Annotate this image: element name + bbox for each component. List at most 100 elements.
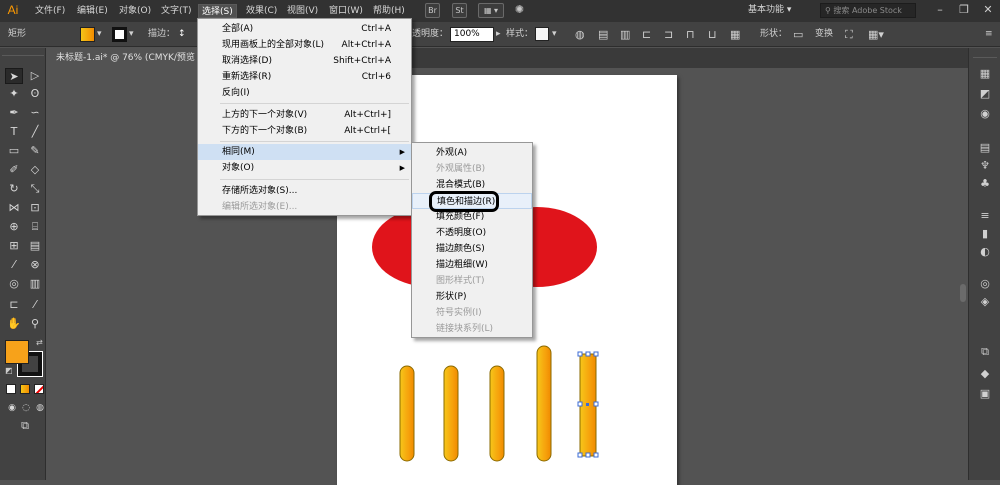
menu-window[interactable]: 窗口(W) bbox=[326, 4, 366, 18]
asset-export-icon[interactable]: ▣ bbox=[976, 386, 994, 402]
menu-type[interactable]: 文字(T) bbox=[158, 4, 195, 18]
scale-icon[interactable]: ⤡ bbox=[26, 181, 44, 197]
menu-help[interactable]: 帮助(H) bbox=[370, 4, 408, 18]
panel-grip[interactable] bbox=[2, 50, 44, 56]
swap-colors-icon[interactable]: ⇄ bbox=[36, 338, 43, 347]
swatches-icon[interactable]: ▤ bbox=[976, 140, 994, 156]
gpu-performance-icon[interactable]: ✺ bbox=[512, 3, 527, 18]
menu-item-all[interactable]: 全部(A) Ctrl+A bbox=[198, 21, 411, 37]
none-mode-icon[interactable] bbox=[34, 384, 44, 394]
menu-item-next-object-below[interactable]: 下方的下一个对象(B) Alt+Ctrl+[ bbox=[198, 123, 411, 139]
orange-bar-3[interactable] bbox=[489, 365, 505, 462]
rectangle-shape-icon[interactable]: ▭ bbox=[793, 27, 803, 42]
shape-builder-icon[interactable]: ⊕ bbox=[5, 219, 23, 235]
chevron-down-icon[interactable]: ▾ bbox=[129, 27, 134, 42]
symbol-sprayer-icon[interactable]: ◎ bbox=[5, 276, 23, 292]
gradient-icon[interactable]: ▤ bbox=[26, 238, 44, 254]
menu-item-save-selection[interactable]: 存储所选对象(S)... bbox=[198, 183, 411, 199]
layers-icon[interactable]: ◈ bbox=[976, 294, 994, 310]
line-icon[interactable]: ╱ bbox=[26, 124, 44, 140]
artboard-icon[interactable]: ⊏ bbox=[5, 297, 23, 313]
menu-item-object[interactable]: 对象(O) ▶ bbox=[198, 160, 411, 176]
color-panel-icon[interactable]: ▦ bbox=[976, 66, 994, 82]
layers-stack-icon[interactable]: ◆ bbox=[976, 366, 994, 382]
graph-icon[interactable]: ▥ bbox=[26, 276, 44, 292]
rotate-icon[interactable]: ↻ bbox=[5, 181, 23, 197]
magic-wand-icon[interactable]: ✦ bbox=[5, 86, 23, 102]
arrange-documents-icon[interactable]: ▦ ▾ bbox=[478, 3, 504, 18]
submenu-item-shape[interactable]: 形状(P) bbox=[412, 289, 532, 305]
blend-icon[interactable]: ⊗ bbox=[26, 257, 44, 273]
menu-item-next-object-above[interactable]: 上方的下一个对象(V) Alt+Ctrl+] bbox=[198, 107, 411, 123]
stroke-weight-stepper[interactable]: ↕ bbox=[178, 27, 186, 42]
artboards-icon[interactable]: ⧉ bbox=[976, 344, 994, 360]
align-icon[interactable]: ▤ bbox=[598, 27, 608, 42]
bridge-icon[interactable]: Br bbox=[425, 3, 440, 18]
panel-menu-icon[interactable]: ≡ bbox=[985, 27, 993, 42]
orange-bar-4[interactable] bbox=[536, 345, 552, 462]
free-transform-icon[interactable]: ⊡ bbox=[26, 200, 44, 216]
shaper-icon[interactable]: ✐ bbox=[5, 162, 23, 178]
chevron-right-icon[interactable]: ▸ bbox=[496, 27, 501, 42]
menu-item-all-on-artboard[interactable]: 现用画板上的全部对象(L) Alt+Ctrl+A bbox=[198, 37, 411, 53]
maximize-icon[interactable]: ❐ bbox=[954, 2, 974, 18]
pen-icon[interactable]: ✒ bbox=[5, 105, 23, 121]
gradient-mode-icon[interactable] bbox=[20, 384, 30, 394]
appearance-icon[interactable]: ◉ bbox=[976, 106, 994, 122]
transform-link[interactable]: 变换 bbox=[815, 27, 833, 42]
screen-mode-icon[interactable]: ⧉ bbox=[16, 418, 34, 434]
submenu-item-appearance[interactable]: 外观(A) bbox=[412, 145, 532, 161]
width-icon[interactable]: ⋈ bbox=[5, 200, 23, 216]
align-bottom-icon[interactable]: ▦ bbox=[730, 27, 740, 42]
orange-bar-1[interactable] bbox=[399, 365, 415, 462]
menu-item-same[interactable]: 相同(M) ▶ bbox=[198, 144, 411, 160]
lasso-icon[interactable]: ʘ bbox=[26, 86, 44, 102]
hand-icon[interactable]: ✋ bbox=[5, 316, 23, 332]
opacity-input[interactable]: 100% bbox=[450, 27, 494, 42]
brushes-icon[interactable]: ♆ bbox=[976, 158, 994, 174]
gradient-panel-icon[interactable]: ▮ bbox=[976, 226, 994, 242]
panel-grip[interactable] bbox=[973, 52, 997, 58]
stroke-color-swatch[interactable] bbox=[112, 27, 127, 42]
chevron-down-icon[interactable]: ▾ bbox=[97, 27, 102, 42]
paintbrush-icon[interactable]: ✎ bbox=[26, 143, 44, 159]
document-tab[interactable]: 未标题-1.ai* @ 76% (CMYK/预览 bbox=[46, 48, 206, 68]
isolate-icon[interactable]: ⛶ bbox=[845, 27, 853, 42]
graphic-styles-icon[interactable]: ◎ bbox=[976, 276, 994, 292]
align-right-icon[interactable]: ⊓ bbox=[686, 27, 695, 42]
fill-color-swatch[interactable] bbox=[80, 27, 95, 42]
menu-item-deselect[interactable]: 取消选择(D) Shift+Ctrl+A bbox=[198, 53, 411, 69]
menu-view[interactable]: 视图(V) bbox=[284, 4, 321, 18]
menu-effect[interactable]: 效果(C) bbox=[243, 4, 280, 18]
menu-item-reselect[interactable]: 重新选择(R) Ctrl+6 bbox=[198, 69, 411, 85]
fill-color-box-front[interactable] bbox=[5, 340, 29, 364]
eyedropper-icon[interactable]: ⁄ bbox=[5, 257, 23, 273]
eraser-icon[interactable]: ◇ bbox=[26, 162, 44, 178]
mesh-icon[interactable]: ⊞ bbox=[5, 238, 23, 254]
minimize-icon[interactable]: – bbox=[930, 2, 950, 18]
slice-icon[interactable]: ⁄ bbox=[26, 297, 44, 313]
stock-icon[interactable]: St bbox=[452, 3, 467, 18]
selection-tool-icon[interactable]: ➤ bbox=[5, 68, 23, 84]
color-guide-icon[interactable]: ◩ bbox=[976, 86, 994, 102]
workspace-switcher[interactable]: 基本功能 ▾ bbox=[748, 3, 812, 17]
direct-selection-tool-icon[interactable]: ▷ bbox=[26, 68, 44, 84]
rectangle-icon[interactable]: ▭ bbox=[5, 143, 23, 159]
default-colors-icon[interactable]: ◩ bbox=[5, 366, 13, 375]
stroke-panel-icon[interactable]: ≡ bbox=[976, 208, 994, 224]
submenu-item-opacity[interactable]: 不透明度(O) bbox=[412, 225, 532, 241]
color-mode-icon[interactable] bbox=[6, 384, 16, 394]
graphic-style-swatch[interactable] bbox=[535, 27, 549, 41]
submenu-item-stroke-weight[interactable]: 描边粗细(W) bbox=[412, 257, 532, 273]
recolor-artwork-icon[interactable]: ◍ bbox=[575, 27, 585, 42]
menu-select[interactable]: 选择(S) bbox=[198, 4, 237, 18]
submenu-item-stroke-color[interactable]: 描边颜色(S) bbox=[412, 241, 532, 257]
chevron-down-icon[interactable]: ▾ bbox=[552, 27, 557, 42]
scrollbar-thumb[interactable] bbox=[960, 284, 966, 302]
orange-bar-2[interactable] bbox=[443, 365, 459, 462]
close-icon[interactable]: ✕ bbox=[978, 2, 998, 18]
menu-item-inverse[interactable]: 反向(I) bbox=[198, 85, 411, 101]
zoom-icon[interactable]: ⚲ bbox=[26, 316, 44, 332]
transparency-icon[interactable]: ◐ bbox=[976, 244, 994, 260]
more-options-icon[interactable]: ▦▾ bbox=[868, 27, 884, 42]
